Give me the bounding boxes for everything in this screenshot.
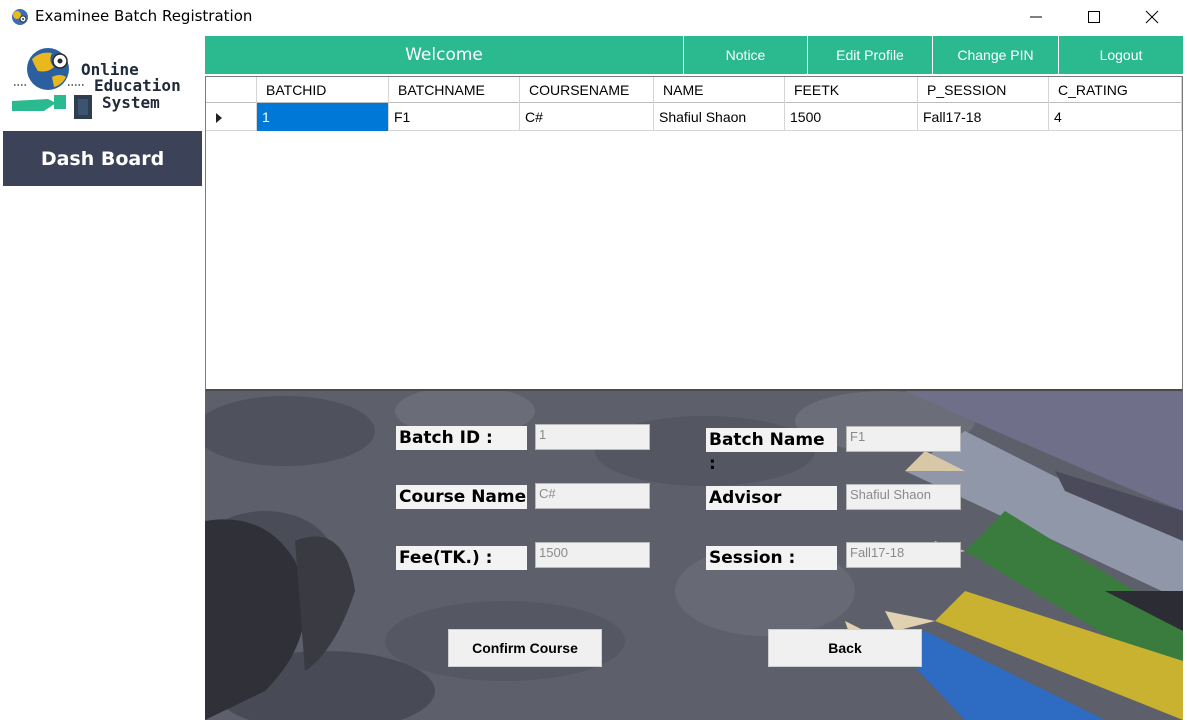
logout-button[interactable]: Logout: [1058, 36, 1183, 74]
grid-header: BATCHID BATCHNAME COURSENAME NAME FEETK …: [206, 77, 1182, 103]
details-panel: Batch ID : 1 Batch Name : F1 Course Name…: [205, 391, 1183, 720]
cell-batchid[interactable]: 1: [257, 103, 389, 131]
cell-coursename[interactable]: C#: [520, 103, 654, 131]
column-header-p-session[interactable]: P_SESSION: [918, 77, 1049, 103]
cell-c-rating[interactable]: 4: [1049, 103, 1182, 131]
change-pin-button[interactable]: Change PIN: [932, 36, 1058, 74]
batch-id-label: Batch ID :: [396, 426, 527, 450]
welcome-label: Welcome: [405, 45, 483, 65]
maximize-button[interactable]: [1065, 0, 1123, 33]
batch-name-field[interactable]: F1: [846, 426, 961, 452]
fee-field[interactable]: 1500: [535, 542, 650, 568]
column-header-c-rating[interactable]: C_RATING: [1049, 77, 1182, 103]
cell-p-session[interactable]: Fall17-18: [918, 103, 1049, 131]
confirm-course-button[interactable]: Confirm Course: [448, 629, 602, 667]
app-window: Examinee Batch Registration Online Educa…: [0, 0, 1187, 720]
course-name-field[interactable]: C#: [535, 483, 650, 509]
logo: Online Education System: [8, 43, 198, 121]
course-name-label: Course Name: [396, 485, 527, 509]
logo-line-system: System: [102, 93, 160, 112]
close-icon: [1145, 10, 1159, 23]
fee-label: Fee(TK.) :: [396, 546, 527, 570]
advisor-field[interactable]: Shafiul Shaon: [846, 484, 961, 510]
back-button[interactable]: Back: [768, 629, 922, 667]
sidebar: Online Education System Dash Board: [0, 33, 205, 720]
batch-grid[interactable]: BATCHID BATCHNAME COURSENAME NAME FEETK …: [205, 76, 1183, 391]
app-icon: [12, 9, 28, 25]
batch-name-label: Batch Name :: [706, 428, 837, 474]
notice-button[interactable]: Notice: [683, 36, 807, 74]
close-button[interactable]: [1123, 0, 1181, 33]
row-header[interactable]: [206, 103, 257, 131]
advisor-label: Advisor: [706, 486, 837, 510]
maximize-icon: [1088, 10, 1100, 23]
window-title: Examinee Batch Registration: [35, 7, 253, 25]
cell-name[interactable]: Shafiul Shaon: [654, 103, 785, 131]
dashboard-button[interactable]: Dash Board: [3, 131, 202, 186]
row-pointer-icon: [216, 113, 222, 123]
title-bar: Examinee Batch Registration: [0, 0, 1187, 33]
batch-id-field[interactable]: 1: [535, 424, 650, 450]
table-row[interactable]: 1 F1 C# Shafiul Shaon 1500 Fall17-18 4: [206, 103, 1182, 131]
column-header-coursename[interactable]: COURSENAME: [520, 77, 654, 103]
window-edge: [1183, 33, 1187, 720]
grid-corner-header: [206, 77, 257, 103]
column-header-batchname[interactable]: BATCHNAME: [389, 77, 520, 103]
session-field[interactable]: Fall17-18: [846, 542, 961, 568]
minimize-button[interactable]: [1007, 0, 1065, 33]
logo-line-education: Education: [94, 76, 181, 95]
cell-feetk[interactable]: 1500: [785, 103, 918, 131]
minimize-icon: [1030, 16, 1042, 17]
column-header-name[interactable]: NAME: [654, 77, 785, 103]
column-header-batchid[interactable]: BATCHID: [257, 77, 389, 103]
cell-batchname[interactable]: F1: [389, 103, 520, 131]
column-header-feetk[interactable]: FEETK: [785, 77, 918, 103]
top-nav: Welcome Notice Edit Profile Change PIN L…: [205, 36, 1183, 74]
session-label: Session :: [706, 546, 837, 570]
edit-profile-button[interactable]: Edit Profile: [807, 36, 932, 74]
pencils-background: [205, 391, 1183, 720]
